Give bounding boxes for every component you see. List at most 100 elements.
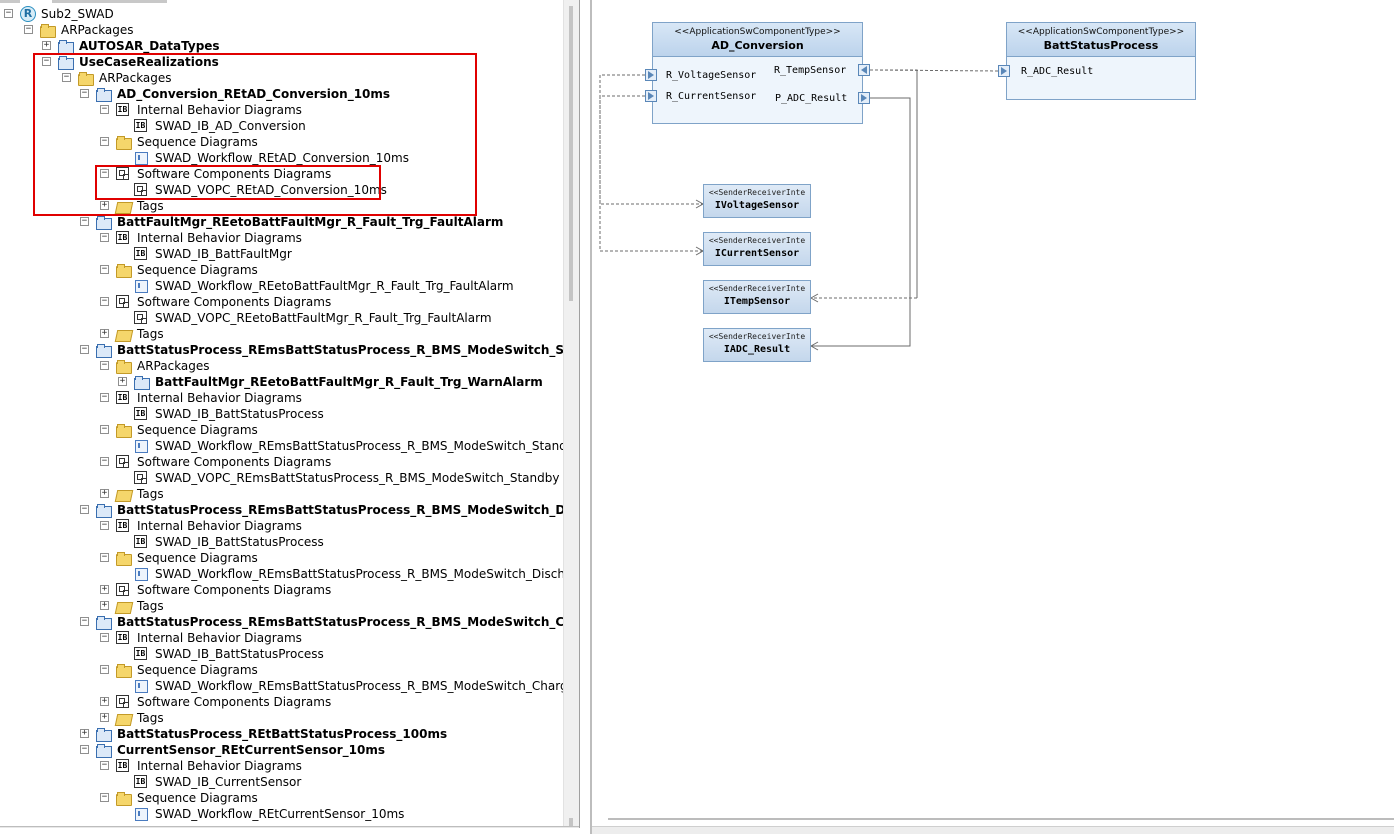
root-project-icon: R <box>20 6 36 22</box>
collapse-icon[interactable]: − <box>24 25 33 34</box>
tree-horizontal-scrollbar[interactable] <box>0 826 579 828</box>
interface-stereotype: <<SenderReceiverInte <box>708 236 806 245</box>
collapse-icon[interactable]: − <box>80 345 89 354</box>
port-p-adc-result[interactable] <box>858 92 870 104</box>
interface-itempsensor[interactable]: <<SenderReceiverInte ITempSensor <box>703 280 811 314</box>
component-header: <<ApplicationSwComponentType>> BattStatu… <box>1007 23 1195 57</box>
interface-name: IADC_Result <box>723 344 791 355</box>
expand-icon[interactable]: + <box>80 729 89 738</box>
interface-icurrentsensor[interactable]: <<SenderReceiverInte ICurrentSensor <box>703 232 811 266</box>
tree-item-label: Software Components Diagrams <box>137 455 332 469</box>
port-label-r-currentsensor: R_CurrentSensor <box>666 91 757 102</box>
collapse-icon[interactable]: − <box>100 521 109 530</box>
tree-item-label: Sequence Diagrams <box>137 423 258 437</box>
expand-icon[interactable]: + <box>42 41 51 50</box>
collapse-icon[interactable]: − <box>100 233 109 242</box>
component-name: AD_Conversion <box>711 39 804 52</box>
collapse-icon[interactable]: − <box>100 761 109 770</box>
expand-icon[interactable]: + <box>100 601 109 610</box>
collapse-icon[interactable]: − <box>100 793 109 802</box>
diagram-horizontal-scroll-line[interactable] <box>608 818 1394 820</box>
collapse-icon[interactable]: − <box>80 217 89 226</box>
tree-item-label: Sequence Diagrams <box>137 263 258 277</box>
expand-icon[interactable]: + <box>100 585 109 594</box>
tree-item-label: Sequence Diagrams <box>137 551 258 565</box>
connector-temp-to-battstatus[interactable] <box>869 69 999 72</box>
internal-behavior-icon: IB <box>134 407 147 420</box>
collapse-icon[interactable]: − <box>4 9 13 18</box>
tree-item-label: Internal Behavior Diagrams <box>137 631 302 645</box>
component-diagram-icon <box>134 471 147 484</box>
internal-behavior-icon: IB <box>134 647 147 660</box>
collapse-icon[interactable]: − <box>80 745 89 754</box>
interface-ivoltagesensor[interactable]: <<SenderReceiverInte IVoltageSensor <box>703 184 811 218</box>
tree-item-label: SWAD_VOPC_REmsBattStatusProcess_R_BMS_Mo… <box>155 471 560 485</box>
interface-stereotype: <<SenderReceiverInte <box>708 332 806 341</box>
collapse-icon[interactable]: − <box>100 297 109 306</box>
tree-item-label: BattFaultMgr_REetoBattFaultMgr_R_Fault_T… <box>155 375 543 389</box>
connector-layer <box>599 69 999 351</box>
collapse-icon[interactable]: − <box>80 505 89 514</box>
expand-icon[interactable]: + <box>100 697 109 706</box>
collapse-icon[interactable]: − <box>100 361 109 370</box>
port-r-tempsensor[interactable] <box>858 64 870 76</box>
tree-item-label: Software Components Diagrams <box>137 695 332 709</box>
tree-item-label: SWAD_IB_BattStatusProcess <box>155 407 324 421</box>
tree-item-label: SWAD_IB_BattStatusProcess <box>155 647 324 661</box>
project-tree-panel: − R Sub2_SWAD − ARPackages + AUTOSAR_DataTy… <box>0 0 580 828</box>
sequence-diagram-icon <box>134 279 148 293</box>
folder-icon <box>116 359 132 374</box>
tree-item-label: SWAD_Workflow_REmsBattStatusProcess_R_BM… <box>155 439 580 453</box>
port-label-r-adc-result: R_ADC_Result <box>1021 66 1094 77</box>
collapse-icon[interactable]: − <box>100 633 109 642</box>
package-icon <box>134 375 150 390</box>
folder-icon <box>116 663 132 678</box>
tags-folder-icon <box>116 487 130 500</box>
connector-adc-iface[interactable] <box>811 97 911 347</box>
tree-item-label: Tags <box>137 599 164 613</box>
collapse-icon[interactable]: − <box>100 265 109 274</box>
collapse-icon[interactable]: − <box>80 617 89 626</box>
collapse-icon[interactable]: − <box>100 553 109 562</box>
port-label-r-voltagesensor: R_VoltageSensor <box>666 70 757 81</box>
component-stereotype: <<ApplicationSwComponentType>> <box>674 27 841 37</box>
sequence-diagram-icon <box>134 679 148 693</box>
scrollbar-thumb[interactable] <box>569 6 573 301</box>
tree-header-strip <box>0 0 579 4</box>
interface-iadc-result[interactable]: <<SenderReceiverInte IADC_Result <box>703 328 811 362</box>
collapse-icon[interactable]: − <box>100 425 109 434</box>
sequence-diagram-icon <box>134 807 148 821</box>
component-diagram-icon <box>116 583 129 596</box>
tags-folder-icon <box>116 327 130 340</box>
expand-icon[interactable]: + <box>100 329 109 338</box>
diagram-canvas[interactable]: <<ApplicationSwComponentType>> AD_Conver… <box>590 0 1394 834</box>
internal-behavior-icon: IB <box>116 519 129 532</box>
port-r-adc-result[interactable] <box>998 65 1010 77</box>
tree-item-label: SWAD_VOPC_REetoBattFaultMgr_R_Fault_Trg_… <box>155 311 492 325</box>
collapse-icon[interactable]: − <box>100 393 109 402</box>
expand-icon[interactable]: + <box>100 489 109 498</box>
port-r-currentsensor[interactable] <box>645 90 657 102</box>
expand-icon[interactable]: + <box>100 713 109 722</box>
tree-item-label: SWAD_IB_CurrentSensor <box>155 775 302 789</box>
collapse-icon[interactable]: − <box>100 457 109 466</box>
tree-vertical-scrollbar[interactable] <box>563 0 579 828</box>
component-diagram-icon <box>134 311 147 324</box>
internal-behavior-icon: IB <box>116 391 129 404</box>
tags-folder-icon <box>116 599 130 612</box>
expand-icon[interactable]: + <box>118 377 127 386</box>
sequence-diagram-icon <box>134 439 148 453</box>
component-battstatusprocess[interactable]: <<ApplicationSwComponentType>> BattStatu… <box>1006 22 1196 100</box>
internal-behavior-icon: IB <box>134 775 147 788</box>
interface-name: IVoltageSensor <box>714 200 800 211</box>
component-diagram-icon <box>116 295 129 308</box>
component-ad-conversion[interactable]: <<ApplicationSwComponentType>> AD_Conver… <box>652 22 863 124</box>
tree-item-label: BattStatusProcess_REmsBattStatusProcess_… <box>117 503 580 517</box>
tree-item-label: SWAD_Workflow_REetoBattFaultMgr_R_Fault_… <box>155 279 514 293</box>
tree-item-label: Sequence Diagrams <box>137 791 258 805</box>
tree-item-label: SWAD_Workflow_REtCurrentSensor_10ms <box>155 807 405 821</box>
package-icon <box>96 503 112 518</box>
port-r-voltagesensor[interactable] <box>645 69 657 81</box>
collapse-icon[interactable]: − <box>100 665 109 674</box>
package-icon <box>96 727 112 742</box>
